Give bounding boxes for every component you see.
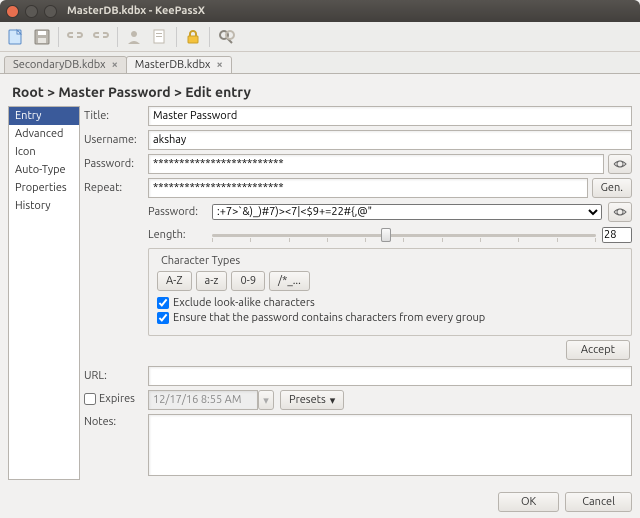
lock-icon[interactable] [181, 25, 205, 49]
ensure-every-group-label: Ensure that the password contains charac… [173, 312, 485, 324]
save-icon[interactable] [30, 25, 54, 49]
db-tab-label: MasterDB.kdbx [135, 59, 211, 71]
database-tabs: SecondaryDB.kdbx × MasterDB.kdbx × [0, 52, 640, 74]
char-digits-button[interactable]: 0-9 [231, 271, 265, 291]
sidebar-item-history[interactable]: History [9, 197, 79, 215]
breadcrumb: Root > Master Password > Edit entry [0, 74, 640, 106]
toggle-generated-visibility-button[interactable] [608, 202, 632, 222]
window-title: MasterDB.kdbx - KeePassX [67, 5, 205, 17]
toolbar [0, 22, 640, 52]
minimize-icon[interactable] [25, 5, 38, 18]
sidebar-item-properties[interactable]: Properties [9, 179, 79, 197]
expires-input[interactable] [84, 393, 96, 405]
password-input[interactable] [148, 154, 604, 174]
toggle-password-visibility-button[interactable] [608, 154, 632, 174]
sidebar: Entry Advanced Icon Auto-Type Properties… [8, 106, 80, 480]
close-tab-icon[interactable]: × [112, 59, 118, 71]
exclude-lookalike-checkbox[interactable]: Exclude look-alike characters [157, 297, 623, 309]
char-special-button[interactable]: /*_... [269, 271, 310, 291]
length-input[interactable] [602, 227, 632, 243]
dialog-footer: OK Cancel [0, 488, 640, 518]
exclude-lookalike-input[interactable] [157, 297, 169, 309]
db-tab-secondary[interactable]: SecondaryDB.kdbx × [4, 56, 127, 73]
search-icon[interactable] [214, 25, 238, 49]
close-icon[interactable] [6, 5, 19, 18]
slider-thumb-icon[interactable] [381, 228, 391, 242]
link-icon[interactable] [63, 25, 87, 49]
char-upper-button[interactable]: A-Z [157, 271, 192, 291]
username-label: Username: [84, 134, 148, 146]
generate-button[interactable]: Gen. [592, 178, 632, 198]
sidebar-item-auto-type[interactable]: Auto-Type [9, 161, 79, 179]
toolbar-separator [209, 27, 210, 47]
ensure-every-group-input[interactable] [157, 312, 169, 324]
user-icon[interactable] [122, 25, 146, 49]
length-label: Length: [148, 229, 206, 241]
ensure-every-group-checkbox[interactable]: Ensure that the password contains charac… [157, 312, 623, 324]
expires-label: Expires [99, 393, 135, 405]
presets-button[interactable]: Presets ▾ [280, 390, 344, 410]
accept-button[interactable]: Accept [566, 340, 630, 360]
close-tab-icon[interactable]: × [216, 59, 222, 71]
expires-checkbox[interactable]: Expires [84, 393, 148, 405]
sidebar-item-advanced[interactable]: Advanced [9, 125, 79, 143]
expires-date-input [148, 390, 258, 410]
repeat-label: Repeat: [84, 182, 148, 194]
generated-password-combo[interactable]: :+7>`&)_)#7)><7|<$9+=22#{,@" [212, 204, 602, 220]
exclude-lookalike-label: Exclude look-alike characters [173, 297, 315, 309]
url-input[interactable] [148, 366, 632, 386]
sidebar-item-entry[interactable]: Entry [9, 107, 79, 125]
toolbar-separator [176, 27, 177, 47]
window-titlebar: MasterDB.kdbx - KeePassX [0, 0, 640, 22]
password-generator: Password: :+7>`&)_)#7)><7|<$9+=22#{,@" L… [148, 202, 632, 360]
maximize-icon[interactable] [44, 5, 57, 18]
sidebar-item-icon[interactable]: Icon [9, 143, 79, 161]
notes-input[interactable] [148, 414, 632, 476]
expires-date-stepper: ▾ [258, 390, 274, 410]
character-types-group: Character Types A-Z a-z 0-9 /*_... Exclu… [148, 248, 632, 336]
chevron-down-icon: ▾ [330, 394, 336, 407]
repeat-password-input[interactable] [148, 178, 588, 198]
title-input[interactable] [148, 106, 632, 126]
notes-label: Notes: [84, 414, 148, 428]
ok-button[interactable]: OK [498, 492, 559, 512]
db-tab-label: SecondaryDB.kdbx [13, 59, 106, 71]
presets-label: Presets [289, 394, 326, 406]
cancel-button[interactable]: Cancel [565, 492, 632, 512]
toolbar-separator [58, 27, 59, 47]
title-label: Title: [84, 110, 148, 122]
password-label: Password: [84, 158, 148, 170]
username-input[interactable] [148, 130, 632, 150]
entry-form: Title: Username: Password: Repeat: Gen. … [84, 106, 632, 480]
length-slider[interactable] [212, 226, 596, 244]
link-icon[interactable] [89, 25, 113, 49]
url-label: URL: [84, 370, 148, 382]
new-entry-icon[interactable] [148, 25, 172, 49]
db-tab-master[interactable]: MasterDB.kdbx × [126, 56, 232, 73]
gen-password-label: Password: [148, 206, 206, 218]
character-types-legend: Character Types [157, 255, 244, 267]
char-lower-button[interactable]: a-z [196, 271, 228, 291]
toolbar-separator [117, 27, 118, 47]
new-db-icon[interactable] [4, 25, 28, 49]
